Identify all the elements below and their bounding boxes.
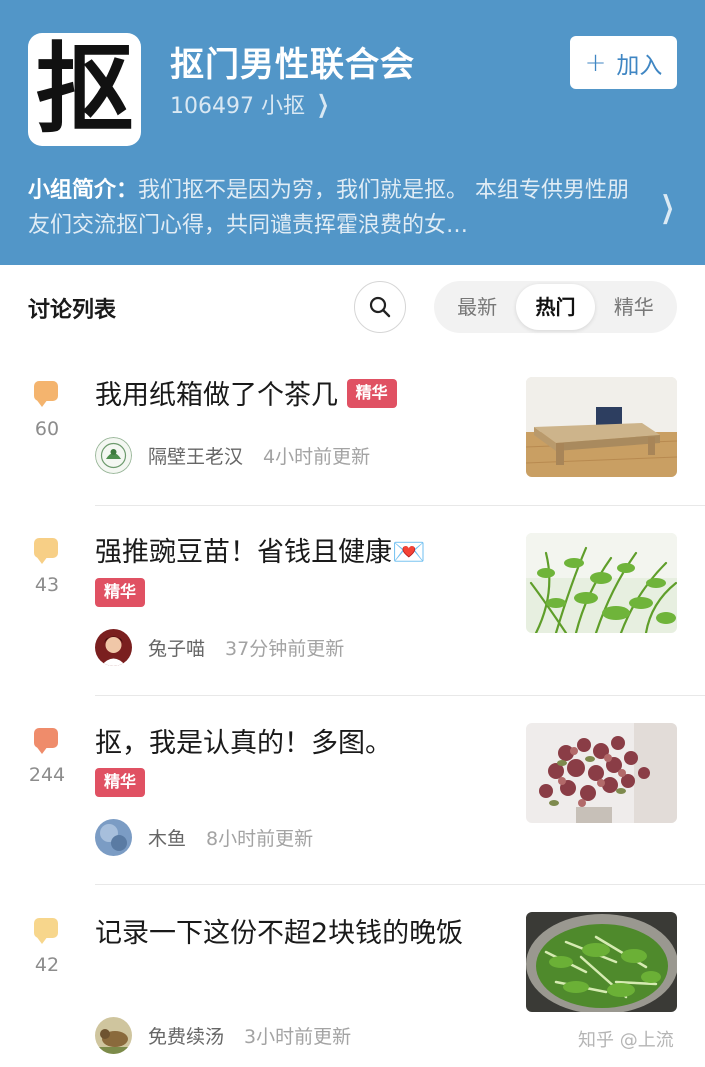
divider	[95, 884, 705, 885]
update-time: 8小时前更新	[206, 828, 314, 850]
avatar	[95, 437, 132, 474]
featured-badge: 精华	[95, 768, 146, 797]
tab-featured[interactable]: 精华	[595, 284, 673, 330]
avatar	[95, 819, 132, 856]
group-header: 抠 抠门男性联合会 106497 小抠 ❯ + 加入 小组简介：我们抠不是因为穷…	[0, 0, 705, 265]
group-intro[interactable]: 小组简介：我们抠不是因为穷，我们就是抠。 本组专供男性朋友们交流抠门心得，共同谴…	[28, 173, 638, 243]
post-title: 我用纸箱做了个茶几 精华	[95, 375, 505, 417]
post-thumbnail[interactable]	[526, 533, 677, 633]
divider	[95, 505, 705, 506]
member-count-link[interactable]: 106497 小抠 ❯	[170, 88, 333, 120]
watermark: 知乎 @上流	[578, 1030, 674, 1051]
featured-badge: 精华	[346, 379, 397, 408]
post-title-text: 记录一下这份不超2块钱的晚饭	[95, 918, 464, 949]
divider	[95, 695, 705, 696]
author-name: 免费续汤	[148, 1026, 225, 1048]
sort-tabs: 最新 热门 精华	[434, 281, 677, 333]
update-time: 3小时前更新	[244, 1026, 352, 1048]
group-avatar-char: 抠	[35, 33, 134, 146]
post-title-text: 抠，我是认真的！多图。	[95, 728, 392, 759]
group-avatar[interactable]: 抠	[28, 33, 141, 146]
comment-bubble-icon	[34, 918, 58, 944]
search-icon	[369, 296, 391, 318]
reply-count: 43	[34, 574, 60, 596]
update-time: 4小时前更新	[263, 446, 371, 468]
reply-count: 42	[34, 954, 60, 976]
comment-bubble-icon	[34, 381, 58, 407]
post-author[interactable]: 兔子喵 37分钟前更新	[95, 629, 344, 666]
plus-icon: +	[584, 47, 607, 78]
tab-latest[interactable]: 最新	[438, 284, 516, 330]
post-author[interactable]: 木鱼 8小时前更新	[95, 819, 313, 856]
post-title-text: 我用纸箱做了个茶几	[95, 380, 338, 411]
discussion-list-title: 讨论列表	[28, 298, 117, 323]
comment-bubble-icon	[34, 728, 58, 754]
post-thumbnail[interactable]	[526, 723, 677, 823]
comment-bubble-icon	[34, 538, 58, 564]
join-button[interactable]: + 加入	[570, 36, 677, 89]
join-label: 加入	[616, 52, 663, 79]
intro-label: 小组简介：	[28, 178, 139, 203]
post-title-text: 强推豌豆苗！省钱且健康💌	[95, 537, 426, 568]
chevron-right-icon: ❯	[317, 90, 330, 118]
chevron-right-icon[interactable]: ❯	[661, 190, 675, 225]
avatar	[95, 1017, 132, 1054]
post-thumbnail[interactable]	[526, 377, 677, 477]
tab-hot[interactable]: 热门	[516, 284, 595, 330]
post-thumbnail[interactable]	[526, 912, 677, 1012]
avatar	[95, 629, 132, 666]
update-time: 37分钟前更新	[225, 638, 345, 660]
reply-count: 60	[34, 418, 60, 440]
search-button[interactable]	[354, 281, 406, 333]
member-count: 106497 小抠	[170, 94, 305, 119]
featured-badge-wrap: 精华	[95, 768, 146, 797]
featured-badge: 精华	[95, 578, 146, 607]
featured-badge-wrap: 精华	[95, 578, 146, 607]
author-name: 隔壁王老汉	[148, 446, 244, 468]
post-author[interactable]: 免费续汤 3小时前更新	[95, 1017, 351, 1054]
reply-count: 244	[28, 764, 66, 786]
group-name: 抠门男性联合会	[170, 45, 415, 85]
author-name: 木鱼	[148, 828, 187, 850]
author-name: 兔子喵	[148, 638, 206, 660]
post-author[interactable]: 隔壁王老汉 4小时前更新	[95, 437, 370, 474]
